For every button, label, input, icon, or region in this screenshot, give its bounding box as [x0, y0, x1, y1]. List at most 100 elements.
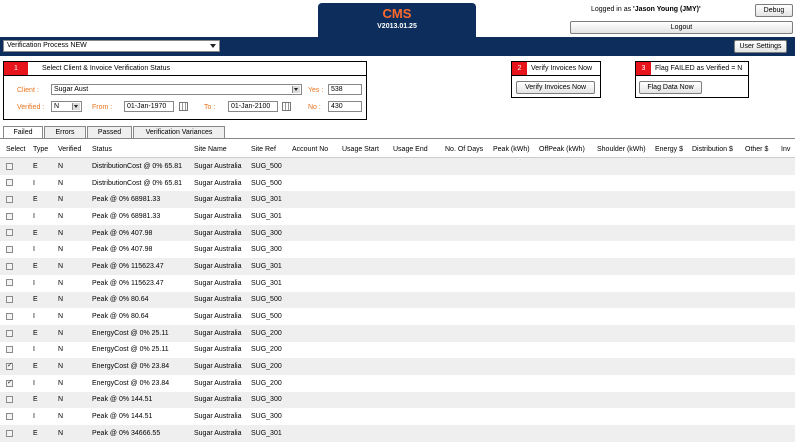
row-select-checkbox-cell[interactable] [0, 291, 27, 309]
row-select-checkbox[interactable] [6, 329, 13, 337]
column-header-energy[interactable]: Energy $ [649, 141, 686, 158]
row-select-checkbox-cell[interactable] [0, 274, 27, 292]
row-select-checkbox-cell[interactable] [0, 341, 27, 359]
column-header-usage-start[interactable]: Usage Start [336, 141, 387, 158]
row-select-checkbox-cell[interactable] [0, 408, 27, 425]
table-row[interactable]: I N Peak @ 0% 407.98 Sugar Australia SUG_300 [0, 241, 795, 259]
tab-verification-variances[interactable]: Verification Variances [133, 126, 225, 138]
to-date-field[interactable]: 01-Jan-2100 [228, 101, 278, 112]
row-select-checkbox[interactable] [6, 196, 13, 204]
column-header-shoulder[interactable]: Shoulder (kWh) [591, 141, 649, 158]
column-header-status[interactable]: Status [86, 141, 188, 158]
row-verified-cell: N [52, 191, 86, 209]
row-select-checkbox[interactable] [6, 262, 13, 270]
column-header-other[interactable]: Other $ [739, 141, 775, 158]
row-select-checkbox-cell[interactable] [0, 308, 27, 325]
table-row[interactable]: E N Peak @ 0% 80.64 Sugar Australia SUG_500 [0, 291, 795, 309]
row-select-checkbox-cell[interactable] [0, 224, 27, 242]
column-header-offpeak[interactable]: OffPeak (kWh) [533, 141, 591, 158]
table-row[interactable]: E N EnergyCost @ 0% 23.84 Sugar Australia SU… [0, 358, 795, 375]
table-row[interactable]: E N EnergyCost @ 0% 25.11 Sugar Australia SU… [0, 324, 795, 342]
row-select-checkbox-cell[interactable] [0, 208, 27, 225]
row-select-checkbox[interactable] [6, 429, 13, 437]
row-select-checkbox[interactable] [6, 312, 13, 320]
row-site-name-cell: Sugar Australia [188, 391, 245, 409]
row-select-checkbox-cell[interactable] [0, 324, 27, 342]
table-row[interactable]: I N DistributionCost @ 0% 65.81 Sugar Austr… [0, 174, 795, 192]
table-row[interactable]: I N Peak @ 0% 80.64 Sugar Australia SUG_500 [0, 308, 795, 325]
row-select-checkbox-cell[interactable] [0, 425, 27, 442]
row-select-checkbox[interactable] [6, 279, 13, 287]
row-select-checkbox[interactable] [6, 361, 13, 370]
client-select[interactable]: Sugar Aust [51, 84, 302, 95]
row-select-checkbox-cell[interactable] [0, 258, 27, 275]
column-header-site-ref[interactable]: Site Ref [245, 141, 286, 158]
tab-passed[interactable]: Passed [87, 126, 132, 138]
row-verified-cell: N [52, 174, 86, 192]
row-select-checkbox[interactable] [6, 246, 13, 254]
row-select-checkbox-cell[interactable] [0, 374, 27, 392]
table-row[interactable]: I N EnergyCost @ 0% 25.11 Sugar Australia SU… [0, 341, 795, 359]
column-header-select[interactable]: Select [0, 141, 27, 158]
table-row[interactable]: E N Peak @ 0% 407.98 Sugar Australia SUG_300 [0, 224, 795, 242]
row-select-checkbox[interactable] [6, 378, 13, 387]
row-select-checkbox[interactable] [6, 296, 13, 304]
table-row[interactable]: I N Peak @ 0% 68981.33 Sugar Australia SUG_3… [0, 208, 795, 225]
row-select-checkbox-cell[interactable] [0, 157, 27, 175]
column-header-verified[interactable]: Verified [52, 141, 86, 158]
row-select-checkbox[interactable] [6, 179, 13, 187]
logout-button[interactable]: Logout [570, 21, 793, 34]
row-select-checkbox-cell[interactable] [0, 174, 27, 192]
column-header-peak[interactable]: Peak (kWh) [487, 141, 533, 158]
column-header-inv[interactable]: Inv [775, 141, 795, 158]
row-site-name-cell: Sugar Australia [188, 241, 245, 259]
row-site-ref: SUG_300 [251, 396, 282, 404]
table-row[interactable]: E N DistributionCost @ 0% 65.81 Sugar Austr… [0, 157, 795, 175]
row-verified: N [58, 413, 64, 421]
row-select-checkbox[interactable] [6, 212, 13, 220]
row-site-name-cell: Sugar Australia [188, 408, 245, 425]
column-header-no-of-days[interactable]: No. Of Days [439, 141, 487, 158]
verified-select[interactable]: N [51, 101, 82, 112]
from-date-field[interactable]: 01-Jan-1970 [124, 101, 174, 112]
row-site-ref-cell: SUG_301 [245, 258, 286, 275]
empty-cell [686, 274, 739, 292]
column-header-distribution[interactable]: Distribution $ [686, 141, 739, 158]
row-select-checkbox[interactable] [6, 396, 13, 404]
table-row[interactable]: E N Peak @ 0% 144.51 Sugar Australia SUG_300 [0, 391, 795, 409]
verify-invoices-panel: 2 Verify Invoices Now Verify Invoices No… [511, 61, 601, 98]
row-select-checkbox[interactable] [6, 229, 13, 237]
table-row[interactable]: E N Peak @ 0% 68981.33 Sugar Australia SUG_3… [0, 191, 795, 209]
flag-data-button[interactable]: Flag Data Now [639, 81, 702, 94]
row-select-checkbox-cell[interactable] [0, 358, 27, 375]
empty-cell [336, 358, 387, 375]
table-row[interactable]: E N Peak @ 0% 115623.47 Sugar Australia SUG_… [0, 258, 795, 275]
empty-cell [649, 258, 686, 275]
row-select-checkbox-cell[interactable] [0, 241, 27, 259]
row-select-checkbox[interactable] [6, 412, 13, 420]
row-site-name: Sugar Australia [194, 246, 242, 254]
column-header-account-no[interactable]: Account No [286, 141, 336, 158]
table-row[interactable]: I N EnergyCost @ 0% 23.84 Sugar Australia SU… [0, 374, 795, 392]
column-header-type[interactable]: Type [27, 141, 52, 158]
calendar-icon[interactable] [282, 102, 291, 111]
row-select-checkbox-cell[interactable] [0, 391, 27, 409]
no-count-field[interactable]: 430 [328, 101, 362, 112]
row-select-checkbox-cell[interactable] [0, 191, 27, 209]
verify-invoices-button[interactable]: Verify Invoices Now [516, 81, 595, 94]
debug-button[interactable]: Debug [755, 4, 793, 17]
table-row[interactable]: I N Peak @ 0% 144.51 Sugar Australia SUG_300 [0, 408, 795, 425]
table-row[interactable]: I N Peak @ 0% 115623.47 Sugar Australia SUG_… [0, 274, 795, 292]
table-row[interactable]: E N Peak @ 0% 34666.55 Sugar Australia SUG_3… [0, 425, 795, 442]
row-select-checkbox[interactable] [6, 346, 13, 354]
empty-cell [649, 224, 686, 242]
calendar-icon[interactable] [179, 102, 188, 111]
verification-process-select[interactable]: Verification Process NEW [3, 40, 220, 52]
tab-errors[interactable]: Errors [44, 126, 86, 138]
row-select-checkbox[interactable] [6, 162, 13, 170]
column-header-usage-end[interactable]: Usage End [387, 141, 439, 158]
yes-count-field[interactable]: 538 [328, 84, 362, 95]
column-header-site-name[interactable]: Site Name [188, 141, 245, 158]
user-settings-button[interactable]: User Settings [734, 40, 787, 53]
row-status-cell: Peak @ 0% 144.51 [86, 391, 188, 409]
